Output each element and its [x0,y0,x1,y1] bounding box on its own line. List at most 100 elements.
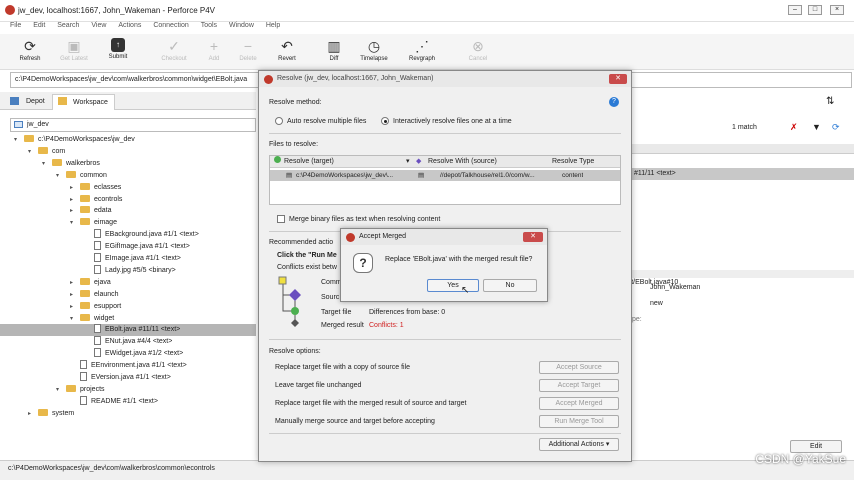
get-latest-icon: ▣ [67,38,81,54]
accept-close-button[interactable]: ✕ [523,232,543,242]
menu-search[interactable]: Search [57,22,79,30]
minimize-button[interactable]: – [788,5,802,15]
tree-file[interactable]: Lady.jpg #5/5 <binary> [0,264,256,277]
folder-icon [52,158,62,166]
tree-folder[interactable]: ▸ elaunch [0,289,256,301]
close-button[interactable]: × [830,5,844,15]
tree-folder[interactable]: ▸ econtrols [0,194,256,206]
tree-folder[interactable]: ▾ eimage [0,217,256,229]
menu-file[interactable]: File [10,22,21,30]
tree-folder[interactable]: ▸ esupport [0,301,256,313]
expand-arrow-icon[interactable]: ▾ [28,146,38,158]
tree-folder[interactable]: ▾ com [0,146,256,158]
resolve-options-label: Resolve options: [269,348,321,355]
accept-source-button[interactable]: Accept Source [539,361,619,374]
tree-file[interactable]: EGifImage.java #1/1 <text> [0,241,256,253]
no-button[interactable]: No [483,279,537,292]
diff-button[interactable]: ▥ Diff [312,34,356,70]
option-run-merge-text: Manually merge source and target before … [275,418,435,425]
sort-icon[interactable]: ⇅ [826,96,834,107]
tree-file[interactable]: README #1/1 <text> [0,395,256,408]
expand-arrow-icon[interactable]: ▾ [56,384,66,396]
revgraph-button[interactable]: ⋰ Revgraph [400,34,444,70]
files-row[interactable]: ▤ c:\P4DemoWorkspaces\jw_dev\... ▤ //dep… [270,170,620,181]
delete-button[interactable]: − Delete [226,34,270,70]
tree-label: common [80,171,107,179]
revert-button[interactable]: ↶ Revert [265,34,309,70]
accept-merged-title: Accept Merged [341,229,547,245]
col-source[interactable]: Resolve With (source) [428,156,497,168]
tree-file[interactable]: EEnvironment.java #1/1 <text> [0,360,256,372]
checkout-button[interactable]: ✓ Checkout [152,34,196,70]
submit-icon: ↑ [111,38,125,52]
recommended-action-label: Recommended actio [269,239,334,246]
refresh-button[interactable]: ⟳ Refresh [8,34,52,70]
run-merge-tool-button[interactable]: Run Merge Tool [539,415,619,428]
tree-folder[interactable]: ▾ widget [0,313,256,325]
expand-arrow-icon[interactable]: ▾ [14,134,24,146]
tree-label: README #1/1 <text> [91,397,158,405]
get-latest-button[interactable]: ▣ Get Latest [52,34,96,70]
expand-arrow-icon[interactable]: ▾ [56,170,66,182]
cancel-button[interactable]: ⊗ Cancel [456,34,500,70]
col-target[interactable]: Resolve (target) [284,156,334,168]
submit-button[interactable]: ↑ Submit [96,34,140,70]
tree-file[interactable]: EWidget.java #1/2 <text> [0,348,256,360]
merge-binary-checkbox[interactable]: Merge binary files as text when resolvin… [277,215,440,223]
folder-icon [38,408,48,416]
tree-folder[interactable]: ▾ common [0,170,256,182]
resolve-close-button[interactable]: ✕ [609,74,627,84]
accept-target-button[interactable]: Accept Target [539,379,619,392]
tree-file[interactable]: EImage.java #1/1 <text> [0,253,256,265]
menu-view[interactable]: View [91,22,106,30]
menu-connection[interactable]: Connection [153,22,188,30]
menu-actions[interactable]: Actions [118,22,141,30]
tree-label: EGifImage.java #1/1 <text> [105,243,190,251]
tree-label: projects [80,385,105,393]
tree-file[interactable]: EBackground.java #1/1 <text> [0,229,256,241]
expand-arrow-icon[interactable]: ▾ [70,313,80,325]
tree-label: EBackground.java #1/1 <text> [105,231,199,239]
tree-file[interactable]: EVersion.java #1/1 <text> [0,372,256,384]
collapse-arrow-icon[interactable]: ▸ [70,289,80,301]
refresh-filter-icon[interactable]: ⟳ [832,122,840,133]
tree-file[interactable]: EBolt.java #11/11 <text> [0,324,256,337]
tree-folder[interactable]: ▸ ejava [0,277,256,289]
collapse-arrow-icon[interactable]: ▸ [70,194,80,206]
maximize-button[interactable]: □ [808,5,822,15]
tree-folder[interactable]: ▸ edata [0,205,256,217]
menu-window[interactable]: Window [229,22,254,30]
tree-folder[interactable]: ▾ c:\P4DemoWorkspaces\jw_dev [0,134,256,146]
tree-label: ejava [94,278,111,286]
auto-resolve-radio[interactable]: Auto resolve multiple files [275,117,366,125]
col-type[interactable]: Resolve Type [552,156,594,168]
tree-folder[interactable]: ▾ projects [0,384,256,396]
menu-help[interactable]: Help [266,22,280,30]
accept-question-text: Replace 'EBolt.java' with the merged res… [385,256,533,263]
tree-folder[interactable]: ▸ eclasses [0,182,256,194]
menu-edit[interactable]: Edit [33,22,45,30]
collapse-arrow-icon[interactable]: ▸ [70,205,80,217]
accept-merged-button[interactable]: Accept Merged [539,397,619,410]
tree-folder[interactable]: ▸ system [0,408,256,420]
collapse-arrow-icon[interactable]: ▸ [70,182,80,194]
help-icon[interactable]: ? [609,97,619,107]
filter-icon[interactable]: ▼ [812,122,821,132]
additional-actions-button[interactable]: Additional Actions ▾ [539,438,619,451]
tree-folder[interactable]: ▾ walkerbros [0,158,256,170]
collapse-arrow-icon[interactable]: ▸ [70,301,80,313]
workspace-selector[interactable]: jw_dev [10,118,256,132]
menu-tools[interactable]: Tools [201,22,217,30]
tree-file[interactable]: ENut.java #4/4 <text> [0,336,256,348]
folder-icon [80,218,90,226]
clear-filter-icon[interactable]: ✗ [790,122,798,133]
collapse-arrow-icon[interactable]: ▸ [28,408,38,420]
timelapse-button[interactable]: ◷ Timelapse [352,34,396,70]
expand-arrow-icon[interactable]: ▾ [70,217,80,229]
interactive-resolve-radio[interactable]: Interactively resolve files one at a tim… [381,117,512,125]
collapse-arrow-icon[interactable]: ▸ [70,277,80,289]
yes-button[interactable]: Yes [427,279,479,292]
expand-arrow-icon[interactable]: ▾ [42,158,52,170]
monitor-icon [14,121,23,128]
file-icon [94,336,101,346]
